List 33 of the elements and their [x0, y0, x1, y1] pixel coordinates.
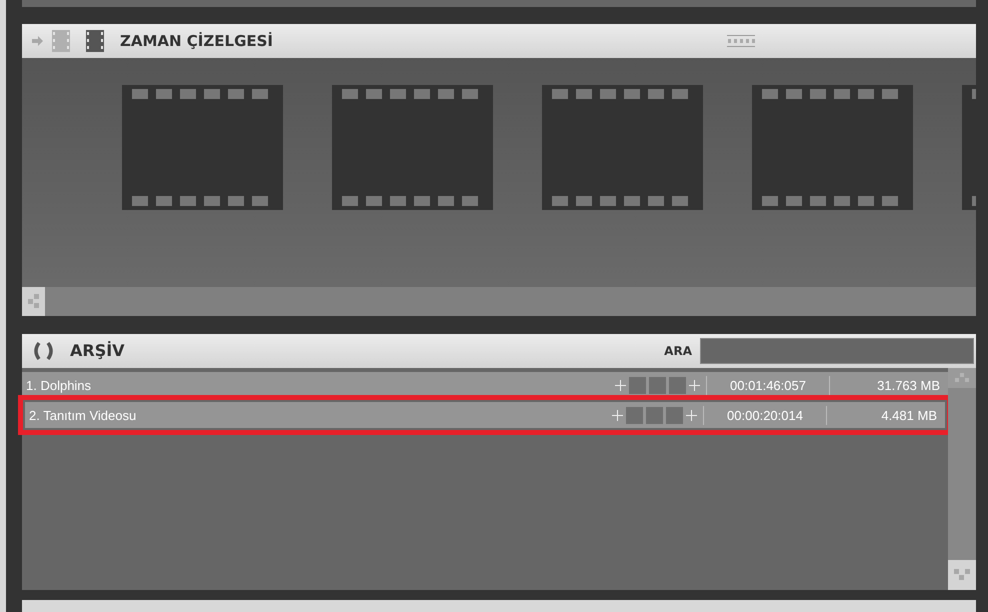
horizontal-scrollbar[interactable]: [22, 286, 976, 316]
scroll-thumb[interactable]: [22, 286, 45, 316]
search-field[interactable]: [700, 338, 974, 364]
duration: 00:01:46:057: [706, 376, 830, 396]
track-slot: [649, 376, 666, 394]
file-size: 4.481 MB: [880, 406, 937, 425]
vertical-scrollbar[interactable]: [948, 368, 976, 590]
ruler-icon: [727, 34, 756, 47]
archive-title: ARŞİV: [70, 340, 125, 362]
search-label: ARA: [664, 343, 692, 360]
plus-icon[interactable]: [612, 410, 623, 421]
track-slot: [626, 406, 643, 424]
scroll-down-button[interactable]: [948, 560, 976, 590]
timeline-title: ZAMAN ÇİZELGESİ: [120, 30, 274, 52]
plus-icon[interactable]: [689, 380, 700, 391]
archive-row[interactable]: 2. Tanıtım Videosu 00:00:20:014 4.481 MB: [25, 402, 945, 428]
film-strip-icon[interactable]: [86, 30, 104, 52]
track-slot: [646, 406, 663, 424]
grip-icon: [954, 569, 970, 582]
scroll-up-button[interactable]: [948, 368, 976, 388]
arrow-icon[interactable]: [32, 34, 44, 47]
plus-icon[interactable]: [686, 410, 697, 421]
track-slot: [629, 376, 646, 394]
plus-icon[interactable]: [615, 380, 626, 391]
video-title: 1. Dolphins: [26, 376, 92, 395]
track-slot: [669, 376, 686, 394]
grip-icon: [28, 294, 40, 308]
brackets-icon: [32, 342, 56, 360]
grip-icon: [955, 373, 969, 384]
track-slot: [666, 406, 683, 424]
video-title: 2. Tanıtım Videosu: [29, 406, 136, 425]
file-size: 31.763 MB: [876, 376, 940, 395]
duration: 00:00:20:014: [703, 406, 827, 426]
